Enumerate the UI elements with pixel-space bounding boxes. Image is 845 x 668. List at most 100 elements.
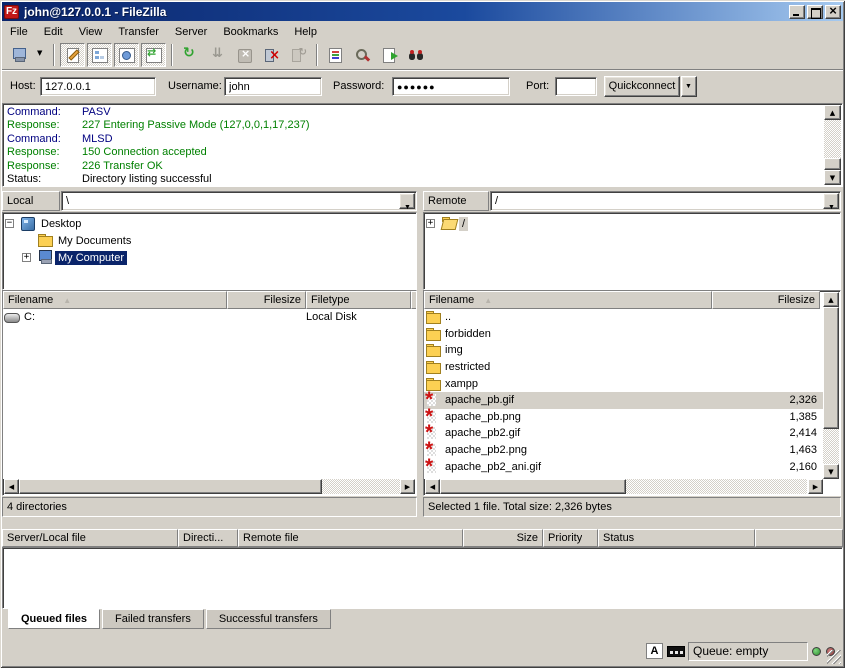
log-line: Status:Directory listing successful	[5, 173, 823, 185]
scroll-up-button[interactable]: ▲	[824, 105, 841, 120]
toggle-transfer-queue-button[interactable]	[141, 43, 166, 67]
column-header-l[interactable]: L	[411, 291, 416, 309]
file-row[interactable]: apache_pb.gif2,326	[424, 392, 823, 409]
remote-file-list-pane: Filename▲Filesize .. forbiddenimgrestrict…	[423, 290, 841, 496]
minimize-button[interactable]	[789, 5, 805, 19]
log-line-text: 150 Connection accepted	[82, 146, 207, 159]
tab-queued-files[interactable]: Queued files	[8, 609, 100, 629]
scroll-left-button[interactable]: ◀	[425, 479, 440, 494]
toggle-remote-tree-button[interactable]	[114, 43, 139, 67]
tree-item[interactable]: /	[424, 215, 840, 232]
scroll-down-button[interactable]: ▼	[824, 170, 841, 185]
menu-bookmarks[interactable]: Bookmarks	[215, 24, 286, 40]
remote-site-value: /	[495, 195, 498, 207]
remote-tree-icon	[118, 47, 135, 63]
port-input[interactable]	[555, 77, 597, 96]
log-line: Command:MLSD	[5, 133, 823, 146]
close-button[interactable]	[825, 5, 841, 19]
menu-transfer[interactable]: Transfer	[110, 24, 167, 40]
quickconnect-button[interactable]: Quickconnect	[604, 76, 680, 97]
site-manager-button[interactable]	[7, 43, 32, 67]
directory-comparison-button[interactable]	[350, 43, 375, 67]
menu-edit[interactable]: Edit	[36, 24, 71, 40]
synchronized-browsing-button[interactable]	[377, 43, 402, 67]
file-row[interactable]: xampp	[424, 375, 823, 392]
local-file-list-pane: Filename▲FilesizeFiletypeL C:Local Disk …	[2, 290, 417, 496]
filter-button[interactable]	[323, 43, 348, 67]
dropdown-arrow-icon	[34, 47, 48, 63]
column-header-filename[interactable]: Filename▲	[424, 291, 712, 309]
refresh-icon	[182, 47, 199, 63]
scroll-right-button[interactable]: ▶	[400, 479, 415, 494]
file-name: ..	[443, 311, 723, 323]
local-site-combo[interactable]: \	[61, 191, 417, 211]
menu-view[interactable]: View	[71, 24, 111, 40]
scrollbar-thumb[interactable]	[824, 158, 841, 170]
tree-item[interactable]: My Computer	[3, 249, 416, 266]
find-files-button[interactable]	[404, 43, 429, 67]
column-header-status[interactable]: Status	[598, 529, 755, 547]
scrollbar-thumb[interactable]	[823, 307, 839, 429]
column-header-item[interactable]	[755, 529, 843, 547]
file-row[interactable]: apache_pb2.gif2,414	[424, 425, 823, 442]
process-queue-icon	[209, 47, 226, 63]
file-row[interactable]: apache_pb2_ani.gif2,160	[424, 458, 823, 475]
file-size: 1,463	[723, 444, 823, 456]
file-row[interactable]: restricted	[424, 359, 823, 376]
log-line-label: Command:	[5, 106, 82, 119]
tree-item[interactable]: My Documents	[3, 232, 416, 249]
column-header-filetype[interactable]: Filetype	[306, 291, 411, 309]
process-queue-button	[205, 43, 230, 67]
tree-expander-plus-icon[interactable]	[426, 219, 435, 228]
file-row[interactable]: forbidden	[424, 326, 823, 343]
title-bar[interactable]: Fz john@127.0.0.1 - FileZilla	[2, 2, 843, 21]
tab-failed-transfers[interactable]: Failed transfers	[102, 609, 204, 629]
column-header-filesize[interactable]: Filesize	[712, 291, 820, 309]
file-row[interactable]: ..	[424, 309, 823, 326]
host-input[interactable]	[40, 77, 156, 96]
combo-dropdown-button[interactable]	[399, 193, 415, 209]
refresh-button[interactable]	[178, 43, 203, 67]
column-header-filename[interactable]: Filename▲	[3, 291, 227, 309]
column-header-priority[interactable]: Priority	[543, 529, 598, 547]
tree-expander-plus-icon[interactable]	[22, 253, 31, 262]
local-pane-status: 4 directories	[2, 497, 417, 517]
toolbar	[2, 41, 843, 69]
file-row[interactable]: C:Local Disk	[3, 309, 416, 326]
column-header-server-local-file[interactable]: Server/Local file	[2, 529, 178, 547]
column-header-label: Filename	[8, 294, 53, 306]
resize-grip[interactable]	[827, 650, 841, 664]
scrollbar-thumb[interactable]	[440, 479, 626, 494]
remote-site-combo[interactable]: /	[490, 191, 841, 211]
toggle-local-tree-button[interactable]	[87, 43, 112, 67]
maximize-button[interactable]	[807, 5, 823, 19]
menu-file[interactable]: File	[2, 24, 36, 40]
scroll-up-button[interactable]: ▲	[823, 292, 839, 307]
file-row[interactable]: apache_pb.png1,385	[424, 409, 823, 426]
menu-help[interactable]: Help	[286, 24, 325, 40]
combo-dropdown-button[interactable]	[823, 193, 839, 209]
column-header-filesize[interactable]: Filesize	[227, 291, 306, 309]
file-name: apache_pb2_ani.gif	[443, 461, 723, 473]
scrollbar-thumb[interactable]	[19, 479, 322, 494]
tree-item[interactable]: Desktop	[3, 215, 416, 232]
scroll-right-button[interactable]: ▶	[808, 479, 823, 494]
column-header-directi[interactable]: Directi...	[178, 529, 238, 547]
quickconnect-dropdown[interactable]	[681, 76, 697, 97]
menu-server[interactable]: Server	[167, 24, 215, 40]
file-row[interactable]: apache_pb2.png1,463	[424, 442, 823, 459]
remote-pane-status: Selected 1 file. Total size: 2,326 bytes	[423, 497, 841, 517]
site-manager-dropdown[interactable]	[34, 43, 48, 67]
username-input[interactable]	[224, 77, 322, 96]
column-header-remote-file[interactable]: Remote file	[238, 529, 463, 547]
file-row[interactable]: img	[424, 342, 823, 359]
disconnect-button[interactable]	[259, 43, 284, 67]
tree-expander-minus-icon[interactable]	[5, 219, 14, 228]
tab-successful-transfers[interactable]: Successful transfers	[206, 609, 331, 629]
column-header-size[interactable]: Size	[463, 529, 543, 547]
scroll-down-button[interactable]: ▼	[823, 464, 839, 479]
scroll-left-button[interactable]: ◀	[4, 479, 19, 494]
toggle-message-log-button[interactable]	[60, 43, 85, 67]
password-input[interactable]	[392, 77, 510, 96]
queue-tabs: Queued filesFailed transfersSuccessful t…	[8, 609, 331, 629]
